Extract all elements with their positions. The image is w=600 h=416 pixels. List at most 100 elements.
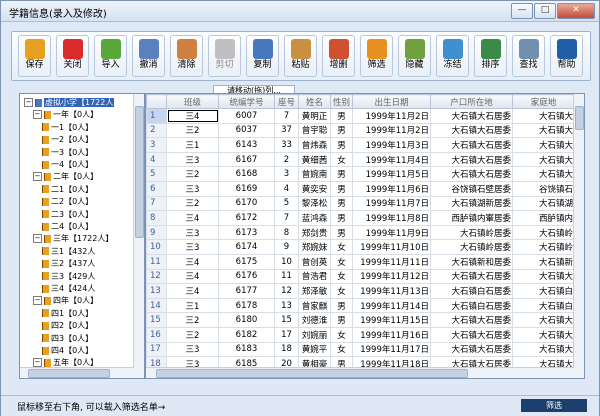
table-cell[interactable]: 大石镇大石居委 — [430, 137, 513, 153]
tree-node-root[interactable]: − 虚拟小学【1722人 — [24, 97, 115, 109]
tree-node-grade[interactable]: − 一年【0人】 — [33, 109, 98, 121]
expand-toggle-icon[interactable]: − — [24, 98, 33, 107]
table-cell[interactable]: 大石镇大石居委 — [430, 151, 513, 168]
tree-node-grade[interactable]: − 二年【0人】 — [33, 171, 98, 183]
tree-node-class[interactable]: 二2【0人】 — [42, 196, 93, 208]
table-cell[interactable]: 女 — [330, 268, 353, 285]
table-cell[interactable]: 1999年11月16日 — [352, 326, 431, 343]
table-cell[interactable]: 三3 — [166, 224, 219, 241]
table-cell[interactable]: 33 — [274, 137, 299, 153]
table-cell[interactable]: 大石镇岭 — [512, 224, 575, 241]
tree-node-class[interactable]: 四1【0人】 — [42, 308, 93, 320]
maximize-button[interactable]: □ — [534, 3, 556, 19]
table-cell[interactable]: 6169 — [218, 180, 275, 197]
table-row[interactable]: 5 三2 6168 3 曾婉南男 1999年11月5日 大石镇大石居委 大石镇大 — [146, 166, 575, 182]
table-row[interactable]: 16 三2 6182 17 刘婉丽女 1999年11月16日 大石镇大石居委 大石镇大 — [146, 326, 575, 343]
table-cell[interactable]: 6167 — [218, 151, 275, 168]
tree-node-class[interactable]: 四2【0人】 — [42, 320, 93, 332]
table-cell[interactable]: 大石镇大 — [512, 151, 575, 168]
table-cell[interactable]: 大石镇大石居委 — [430, 268, 513, 285]
tree-node-class[interactable]: 一1【0人】 — [42, 122, 93, 134]
table-cell[interactable]: 大石镇岭居委 — [430, 224, 513, 241]
expand-toggle-icon[interactable]: − — [33, 234, 42, 244]
table-cell[interactable]: 西胪镇内 — [512, 210, 575, 226]
table-cell[interactable]: 1999年11月14日 — [352, 297, 431, 314]
table-row[interactable]: 2 三2 6037 37 曾宇聪男 1999年11月2日 大石镇大石居委 大石镇大 — [146, 122, 575, 139]
table-cell[interactable]: 15 — [274, 312, 299, 328]
table-cell[interactable]: 谷饶镇石 — [512, 180, 575, 197]
column-header[interactable]: 座号 — [274, 94, 299, 109]
table-cell[interactable]: 女 — [330, 326, 353, 343]
table-cell[interactable]: 1999年11月2日 — [352, 122, 431, 139]
table-cell[interactable]: 女 — [330, 239, 353, 255]
table-row[interactable]: 4 三3 6167 2 黄细茜女 1999年11月4日 大石镇大石居委 大石镇大 — [146, 151, 575, 168]
table-row[interactable]: 17 三3 6183 18 黄婉平女 1999年11月17日 大石镇大石居委 大石镇大 — [146, 341, 575, 358]
toolbar-button-save[interactable]: 保存 — [18, 35, 51, 77]
table-cell[interactable]: 女 — [330, 253, 353, 270]
table-cell[interactable]: 6174 — [218, 239, 275, 255]
table-cell[interactable]: 37 — [274, 122, 299, 139]
table-row[interactable]: 15 三2 6180 15 刘德淮男 1999年11月15日 大石镇大石居委 大石镇大 — [146, 312, 575, 328]
table-cell[interactable]: 1999年11月4日 — [352, 151, 431, 168]
column-header[interactable]: 姓名 — [298, 94, 331, 109]
table-row[interactable]: 14 三1 6178 13 曾家麒男 1999年11月14日 大石镇白石居委 大石镇白 — [146, 297, 575, 314]
column-header[interactable] — [146, 94, 167, 109]
table-cell[interactable]: 谷饶镇石壁居委 — [430, 180, 513, 197]
table-cell[interactable]: 曾创英 — [298, 253, 331, 270]
table-cell[interactable]: 1999年11月7日 — [352, 195, 431, 212]
student-grid[interactable]: 班级 统编学号 座号 姓名 性别 出生日期 户口所在地 家庭地 1 三4 6007 7 黄明正男 199… — [146, 94, 575, 378]
table-cell[interactable]: 大石镇白 — [512, 297, 575, 314]
table-cell[interactable]: 大石镇大石居委 — [430, 108, 513, 124]
table-cell[interactable]: 刘德淮 — [298, 312, 331, 328]
tree-node-class[interactable]: 二1【0人】 — [42, 184, 93, 196]
expand-toggle-icon[interactable]: − — [33, 172, 42, 182]
toolbar-button-freeze[interactable]: 冻结 — [436, 35, 469, 77]
table-cell[interactable]: 17 — [274, 326, 299, 343]
table-cell[interactable]: 郑泽敏 — [298, 283, 331, 299]
table-cell[interactable]: 三3 — [166, 239, 219, 255]
table-cell[interactable]: 三2 — [166, 195, 219, 212]
table-cell[interactable]: 黎泽松 — [298, 195, 331, 212]
column-header[interactable]: 统编学号 — [218, 94, 275, 109]
table-cell[interactable]: 大石镇新和居委 — [430, 253, 513, 270]
table-cell[interactable]: 9 — [274, 239, 299, 255]
table-row[interactable]: 12 三4 6176 11 曾浩君女 1999年11月12日 大石镇大石居委 大石镇大 — [146, 268, 575, 285]
expand-toggle-icon[interactable]: − — [33, 358, 42, 368]
table-cell[interactable]: 男 — [330, 137, 353, 153]
tree-node-class[interactable]: 一4【0人】 — [42, 159, 93, 171]
table-cell[interactable]: 6173 — [218, 224, 275, 241]
table-cell[interactable]: 大石镇大 — [512, 108, 575, 124]
table-cell[interactable]: 曾婉南 — [298, 166, 331, 182]
table-cell[interactable]: 8 — [274, 224, 299, 241]
table-cell[interactable]: 三4 — [166, 210, 219, 226]
column-header[interactable]: 班级 — [166, 94, 219, 109]
table-cell[interactable]: 13 — [274, 297, 299, 314]
table-cell[interactable]: 1999年11月13日 — [352, 283, 431, 299]
table-cell[interactable]: 男 — [330, 180, 353, 197]
table-cell[interactable]: 三3 — [166, 341, 219, 358]
table-cell[interactable]: 女 — [330, 151, 353, 168]
tree-node-class[interactable]: 四3【0人】 — [42, 333, 93, 345]
table-row[interactable]: 7 三2 6170 5 黎泽松男 1999年11月7日 大石镇湖新居委 大石镇湖 — [146, 195, 575, 212]
table-row[interactable]: 6 三3 6169 4 黄奕安男 1999年11月6日 谷饶镇石壁居委 谷饶镇石 — [146, 180, 575, 197]
table-cell[interactable]: 西胪镇内輋居委 — [430, 210, 513, 226]
table-cell[interactable]: 大石镇湖新居委 — [430, 195, 513, 212]
expand-toggle-icon[interactable]: − — [33, 110, 42, 120]
tree-node-grade[interactable]: − 三年【1722人】 — [33, 233, 113, 245]
table-cell[interactable]: 大石镇大 — [512, 137, 575, 153]
table-cell[interactable]: 大石镇新 — [512, 253, 575, 270]
table-cell[interactable]: 6175 — [218, 253, 275, 270]
table-row[interactable]: 11 三4 6175 10 曾创英女 1999年11月11日 大石镇新和居委 大石镇新 — [146, 253, 575, 270]
table-cell[interactable]: 6177 — [218, 283, 275, 299]
table-cell[interactable]: 大石镇大石居委 — [430, 122, 513, 139]
table-cell[interactable]: 2 — [274, 151, 299, 168]
tree-node-class[interactable]: 三3【429人 — [42, 271, 95, 283]
table-cell[interactable]: 大石镇大 — [512, 122, 575, 139]
table-cell[interactable]: 6183 — [218, 341, 275, 358]
toolbar-button-add-remove[interactable]: 增删 — [322, 35, 355, 77]
table-cell[interactable]: 三3 — [166, 151, 219, 168]
close-window-button[interactable]: ✕ — [557, 3, 595, 19]
table-row[interactable]: 8 三4 6172 7 蓝鸿森男 1999年11月8日 西胪镇内輋居委 西胪镇内 — [146, 210, 575, 226]
toolbar-button-import[interactable]: 导入 — [94, 35, 127, 77]
table-cell[interactable]: 黄细茜 — [298, 151, 331, 168]
